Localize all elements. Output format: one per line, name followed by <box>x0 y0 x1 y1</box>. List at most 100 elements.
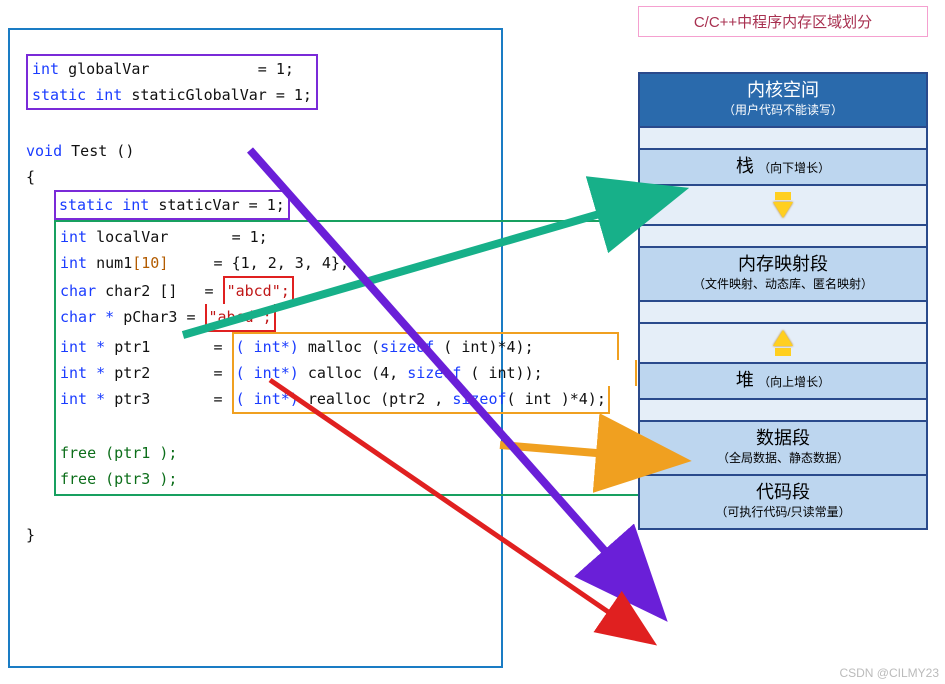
gap-1 <box>640 126 926 148</box>
line-globalVar: int globalVar = 1; <box>32 56 312 82</box>
kw: int * <box>60 390 105 408</box>
sizeof: sizeof <box>452 390 506 408</box>
region-title: 代码段 <box>644 482 922 502</box>
region-title: 内核空间 <box>644 80 922 100</box>
eq: = <box>186 308 195 326</box>
line-ptr2: int * ptr2 = ( int*) calloc (4, sizeof (… <box>60 360 637 386</box>
kw: int <box>60 228 87 246</box>
region-sub: （向下增长） <box>758 161 830 175</box>
id: globalVar <box>68 60 149 78</box>
heap-arrow-row <box>640 322 926 362</box>
call: calloc (4, <box>308 364 407 382</box>
line-num1: int num1[10] = {1, 2, 3, 4}; <box>60 250 637 276</box>
malloc-box-3: ( int*) realloc (ptr2 , sizeof( int )*4)… <box>232 386 610 414</box>
arrow-up-icon <box>773 330 793 346</box>
arg: ( int)*4); <box>434 338 533 356</box>
gap-4 <box>640 398 926 420</box>
arrow-stem <box>775 192 791 200</box>
str: "abcd"; <box>209 308 272 326</box>
id: staticGlobalVar <box>131 86 266 104</box>
abcd-box-2: "abcd"; <box>205 304 276 332</box>
malloc-box-2: ( int*) calloc (4, sizeof ( int)); <box>232 360 637 386</box>
region-title: 栈 <box>736 156 754 176</box>
cast: ( int*) <box>236 338 299 356</box>
line-localVar: int localVar = 1; <box>60 224 637 250</box>
id: localVar <box>96 228 168 246</box>
kw: int * <box>60 364 105 382</box>
region-sub: （文件映射、动态库、匿名映射） <box>644 274 922 294</box>
global-vars-box: int globalVar = 1; static int staticGlob… <box>26 54 318 110</box>
malloc-box-1: ( int*) malloc (sizeof ( int)*4); <box>232 332 619 360</box>
diagram-title: C/C++中程序内存区域划分 <box>638 6 928 37</box>
line-staticVar: static int staticVar = 1; <box>59 196 285 214</box>
arrow-down-icon <box>773 202 793 218</box>
gap-3 <box>640 300 926 322</box>
region-sub: （全局数据、静态数据） <box>644 448 922 468</box>
cast: ( int*) <box>236 364 299 382</box>
watermark: CSDN @CILMY23 <box>839 666 939 680</box>
code-panel: int globalVar = 1; static int staticGlob… <box>8 28 503 668</box>
kw: int * <box>60 338 105 356</box>
arrow-stem <box>775 348 791 356</box>
id: num1 <box>96 254 132 272</box>
region-sub: （可执行代码/只读常量） <box>644 502 922 522</box>
blank <box>26 112 476 138</box>
brace-open: { <box>26 164 476 190</box>
kw: char <box>60 282 96 300</box>
region-title: 数据段 <box>644 428 922 448</box>
region-data: 数据段 （全局数据、静态数据） <box>640 420 926 474</box>
line-char2: char char2 [] = "abcd"; <box>60 276 637 304</box>
memory-layout: 内核空间 （用户代码不能读写） 栈 （向下增长） 内存映射段 （文件映射、动态库… <box>638 72 928 530</box>
region-sub: （用户代码不能读写） <box>644 100 922 120</box>
val: = 1; <box>258 60 294 78</box>
id: staticVar <box>158 196 239 214</box>
line-staticGlobalVar: static int staticGlobalVar = 1; <box>32 82 312 108</box>
id: ptr3 <box>114 390 150 408</box>
line-free1: free (ptr1 ); <box>60 440 637 466</box>
line-ptr1: int * ptr1 = ( int*) malloc (sizeof ( in… <box>60 332 637 360</box>
line-ptr3: int * ptr3 = ( int*) realloc (ptr2 , siz… <box>60 386 637 414</box>
region-sub: （向上增长） <box>758 375 830 389</box>
eq: = <box>214 338 223 356</box>
call: realloc (ptr2 , <box>308 390 453 408</box>
sizeof: sizeof <box>407 364 461 382</box>
kw: int <box>32 60 59 78</box>
eq: = <box>214 364 223 382</box>
region-title: 内存映射段 <box>644 254 922 274</box>
idx: [10] <box>132 254 168 272</box>
brace-close: } <box>26 522 476 548</box>
val: = {1, 2, 3, 4}; <box>214 254 349 272</box>
kw: static int <box>59 196 149 214</box>
blank2 <box>60 414 637 440</box>
locals-box: int localVar = 1; int num1[10] = {1, 2, … <box>54 220 643 496</box>
gap-2 <box>640 224 926 246</box>
region-mmap: 内存映射段 （文件映射、动态库、匿名映射） <box>640 246 926 300</box>
line-fn: void Test () <box>26 138 476 164</box>
val: = 1; <box>232 228 268 246</box>
region-code: 代码段 （可执行代码/只读常量） <box>640 474 926 528</box>
region-kernel: 内核空间 （用户代码不能读写） <box>640 74 926 126</box>
eq: = <box>214 390 223 408</box>
str: "abcd"; <box>227 282 290 300</box>
free: free (ptr3 ); <box>60 470 177 488</box>
region-stack: 栈 （向下增长） <box>640 148 926 184</box>
id: char2 [] <box>105 282 177 300</box>
line-free3: free (ptr3 ); <box>60 466 637 492</box>
line-pChar3: char * pChar3 = "abcd"; <box>60 304 637 332</box>
id: ptr2 <box>114 364 150 382</box>
fn: Test () <box>71 142 134 160</box>
kw: char * <box>60 308 114 326</box>
free: free (ptr1 ); <box>60 444 177 462</box>
eq: = <box>205 282 214 300</box>
blank3 <box>26 496 476 522</box>
region-title: 堆 <box>736 370 754 390</box>
kw: static int <box>32 86 122 104</box>
staticVar-box: static int staticVar = 1; <box>54 190 290 220</box>
cast: ( int*) <box>236 390 299 408</box>
arg: ( int)); <box>461 364 542 382</box>
stack-arrow-row <box>640 184 926 224</box>
sizeof: sizeof <box>380 338 434 356</box>
abcd-box-1: "abcd"; <box>223 276 294 304</box>
kw: int <box>60 254 87 272</box>
val: = 1; <box>276 86 312 104</box>
